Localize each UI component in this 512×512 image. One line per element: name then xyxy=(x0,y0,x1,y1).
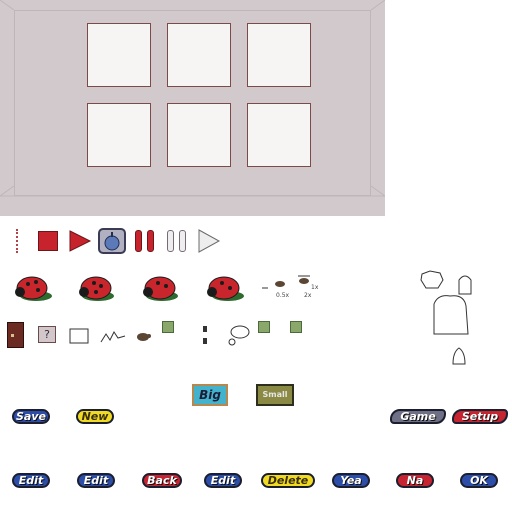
bell-icon[interactable] xyxy=(450,344,468,368)
key-icon[interactable] xyxy=(258,321,270,333)
game-tab[interactable]: Game xyxy=(390,409,446,424)
turtle-icon[interactable] xyxy=(134,330,152,342)
help-icon[interactable]: ? xyxy=(38,326,56,343)
slot-3[interactable] xyxy=(247,23,311,87)
bug-view-button[interactable] xyxy=(98,228,126,254)
speed-label-one[interactable]: 1x xyxy=(311,284,318,291)
save-button[interactable]: Save xyxy=(12,409,50,424)
speed-label-half[interactable]: 0.5x xyxy=(276,292,289,299)
na-button[interactable]: Na xyxy=(396,473,434,488)
pause-button[interactable] xyxy=(134,230,156,252)
pause-grey-button[interactable] xyxy=(166,230,188,252)
small-toggle[interactable]: Small xyxy=(256,384,294,406)
play-grey-button[interactable] xyxy=(197,229,221,253)
delete-button[interactable]: Delete xyxy=(261,473,315,488)
frame-icon[interactable] xyxy=(67,326,91,346)
setup-tab[interactable]: Setup xyxy=(452,409,508,424)
speech-bubble-icon[interactable] xyxy=(226,322,252,348)
ladybug-icon[interactable] xyxy=(140,274,180,302)
play-button[interactable] xyxy=(68,230,92,252)
pause-bar-left xyxy=(135,230,142,252)
slot-2[interactable] xyxy=(167,23,231,87)
bird-icon[interactable] xyxy=(418,268,446,292)
slot-6[interactable] xyxy=(247,103,311,167)
divider-icon xyxy=(16,229,20,253)
back-button[interactable]: Back xyxy=(142,473,182,488)
edit-button-2[interactable]: Edit xyxy=(77,473,115,488)
edit-button-3[interactable]: Edit xyxy=(204,473,242,488)
ladybug-icon[interactable] xyxy=(76,274,116,302)
pause-grey-bar-left xyxy=(167,230,174,252)
door-icon[interactable] xyxy=(7,322,24,348)
bug-view-icon xyxy=(104,232,120,251)
door-knob xyxy=(11,334,14,337)
new-button[interactable]: New xyxy=(76,409,114,424)
stop-button[interactable] xyxy=(38,231,58,251)
slot-panel xyxy=(0,0,385,216)
eraser-icon[interactable] xyxy=(200,324,210,348)
pause-grey-bar-right xyxy=(179,230,186,252)
slot-4[interactable] xyxy=(87,103,151,167)
ok-button[interactable]: OK xyxy=(460,473,498,488)
speed-label-two[interactable]: 2x xyxy=(304,292,311,299)
ladybug-icon[interactable] xyxy=(12,274,52,302)
edit-button-1[interactable]: Edit xyxy=(12,473,50,488)
yea-button[interactable]: Yea xyxy=(332,473,370,488)
squiggle-icon[interactable] xyxy=(100,328,126,344)
critter-icon[interactable] xyxy=(428,290,472,342)
arrow-icon[interactable] xyxy=(290,321,302,333)
slot-1[interactable] xyxy=(87,23,151,87)
slot-5[interactable] xyxy=(167,103,231,167)
ladybug-icon[interactable] xyxy=(204,274,244,302)
pause-bar-right xyxy=(147,230,154,252)
big-toggle[interactable]: Big xyxy=(192,384,228,406)
magnify-icon[interactable] xyxy=(162,321,174,333)
